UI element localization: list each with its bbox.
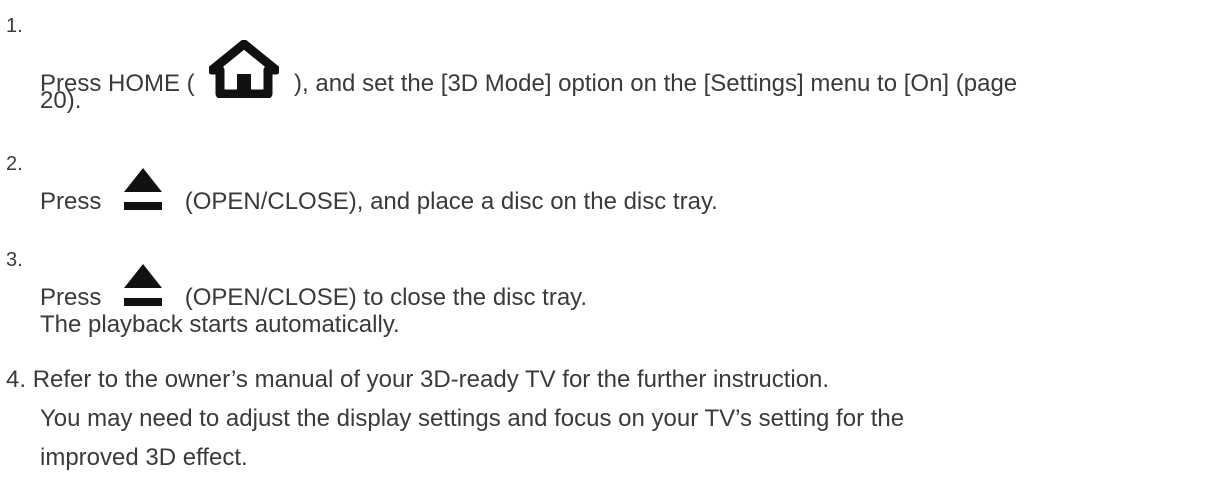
instruction-page: 1. Press HOME ( ), and set the [3D Mode]… [0, 0, 1208, 485]
step-4-line-1: 4. Refer to the owner’s manual of your 3… [6, 362, 829, 398]
home-icon [209, 40, 280, 98]
step-number: 1. [6, 15, 23, 37]
step-number: 4. [6, 366, 27, 393]
step-text: Refer to the owner’s manual of your 3D-r… [32, 366, 830, 393]
step-text: improved 3D effect. [40, 444, 248, 471]
eject-icon [122, 166, 164, 214]
eject-icon [122, 262, 164, 310]
step-text: You may need to adjust the display setti… [40, 405, 905, 432]
step-2-line-1: Press (OPEN/CLOSE), and place a disc on … [40, 168, 718, 220]
step-4-line-3: improved 3D effect. [40, 440, 248, 476]
step-text: (OPEN/CLOSE), and place a disc on the di… [184, 188, 718, 215]
step-text: The playback starts automatically. [40, 311, 400, 338]
step-number: 2. [6, 153, 23, 175]
step-1-line-1: Press HOME ( ), and set the [3D Mode] op… [40, 40, 1018, 102]
step-text: 20). [40, 87, 82, 114]
step-number: 3. [6, 249, 23, 271]
step-3-line-2: The playback starts automatically. [40, 307, 400, 343]
step-text: Press [40, 188, 102, 215]
step-4-line-2: You may need to adjust the display setti… [40, 401, 904, 437]
step-1-line-2: 20). [40, 83, 81, 119]
step-text: ), and set the [3D Mode] option on the [… [294, 70, 1018, 97]
